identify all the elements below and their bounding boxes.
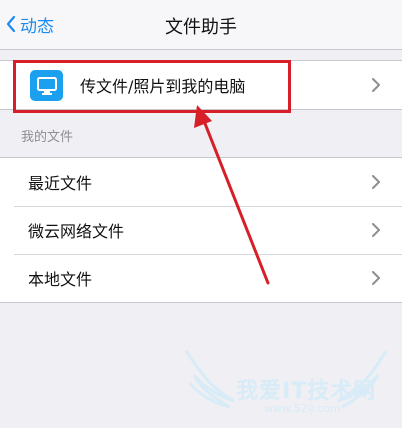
watermark: 我爱IT技术网 www.52ij.com xyxy=(180,345,402,424)
watermark-text: 我爱IT技术网 xyxy=(236,379,377,404)
watermark-url: www.52ij.com xyxy=(264,402,341,415)
